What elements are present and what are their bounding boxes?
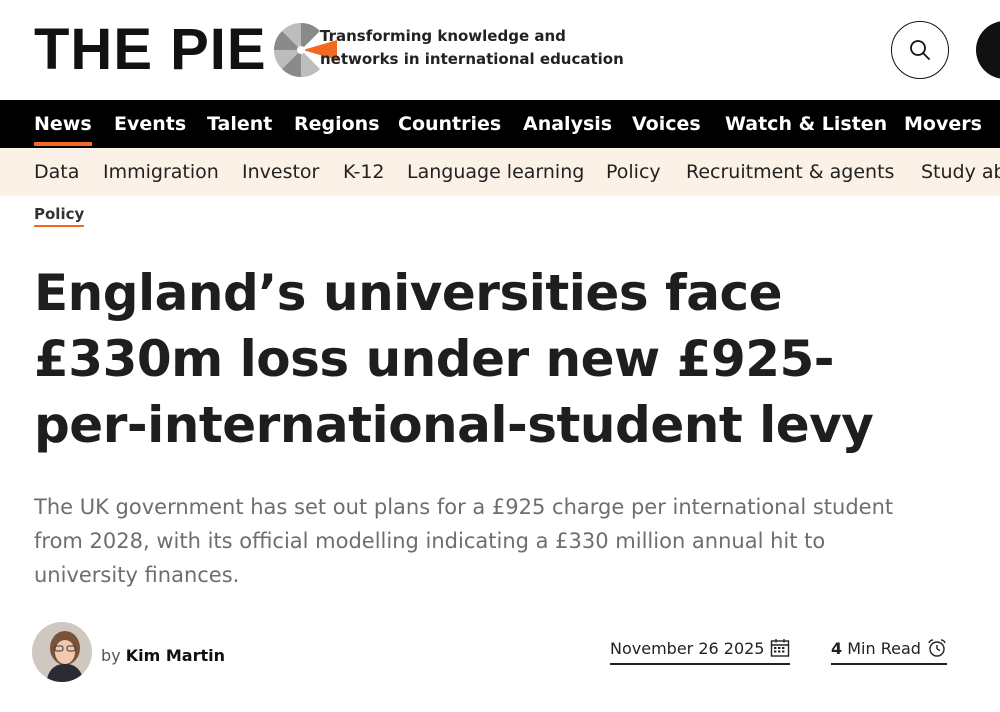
date-text: November 26 2025 <box>610 638 765 658</box>
byline: by Kim Martin <box>101 646 225 665</box>
author-avatar[interactable] <box>32 622 92 682</box>
headline-line: England’s universities face <box>34 264 783 322</box>
headline-line: per-international-student levy <box>34 396 874 454</box>
standfirst-line: The UK government has set out plans for … <box>34 495 894 519</box>
nav-item-analysis[interactable]: Analysis <box>523 100 612 148</box>
nav-item-watch-listen[interactable]: Watch & Listen <box>725 100 887 148</box>
subnav-item-investor[interactable]: Investor <box>242 148 319 196</box>
byline-prefix: by <box>101 646 121 665</box>
nav-item-movers[interactable]: Movers <box>904 100 982 148</box>
nav-item-talent[interactable]: Talent <box>207 100 272 148</box>
site-logo[interactable]: THE PIE <box>34 20 339 80</box>
subnav-item-data[interactable]: Data <box>34 148 79 196</box>
nav-item-voices[interactable]: Voices <box>632 100 701 148</box>
author-link[interactable]: Kim Martin <box>126 646 225 665</box>
menu-button[interactable] <box>976 21 1000 79</box>
search-button[interactable] <box>891 21 949 79</box>
standfirst-line: university finances. <box>34 563 240 587</box>
standfirst-line: from 2028, with its official modelling i… <box>34 529 826 553</box>
read-time-minutes: 4 <box>831 638 843 658</box>
nav-item-countries[interactable]: Countries <box>398 100 501 148</box>
tagline-line: networks in international education <box>320 50 624 68</box>
subnav-item-k12[interactable]: K-12 <box>343 148 385 196</box>
tagline-line: Transforming knowledge and <box>320 27 566 45</box>
site-tagline: Transforming knowledge and networks in i… <box>320 25 640 71</box>
nav-item-regions[interactable]: Regions <box>294 100 380 148</box>
primary-nav: News Events Talent Regions Countries Ana… <box>0 100 1000 148</box>
subnav-item-immigration[interactable]: Immigration <box>103 148 219 196</box>
subnav-item-language-learning[interactable]: Language learning <box>407 148 584 196</box>
article-category-link[interactable]: Policy <box>34 205 85 227</box>
alarm-clock-icon <box>927 638 947 658</box>
calendar-icon <box>770 638 790 658</box>
article-date: November 26 2025 <box>610 638 791 665</box>
subnav-item-recruitment-agents[interactable]: Recruitment & agents <box>686 148 894 196</box>
nav-item-events[interactable]: Events <box>114 100 186 148</box>
read-time: 4 Min Read <box>831 638 947 665</box>
search-icon <box>910 40 930 60</box>
site-header: THE PIE Transforming knowledge and netwo… <box>0 0 1000 100</box>
logo-wordmark: THE PIE <box>34 17 267 82</box>
subnav-item-policy[interactable]: Policy <box>606 148 661 196</box>
nav-item-news[interactable]: News <box>34 100 92 148</box>
secondary-nav: Data Immigration Investor K-12 Language … <box>0 148 1000 196</box>
article-headline: England’s universities face £330m loss u… <box>34 260 954 458</box>
subnav-item-study-abroad[interactable]: Study ab <box>921 148 1000 196</box>
read-time-label: Min Read <box>847 638 921 658</box>
headline-line: £330m loss under new £925- <box>34 330 835 388</box>
article-standfirst: The UK government has set out plans for … <box>34 490 964 592</box>
author-photo <box>32 622 92 682</box>
